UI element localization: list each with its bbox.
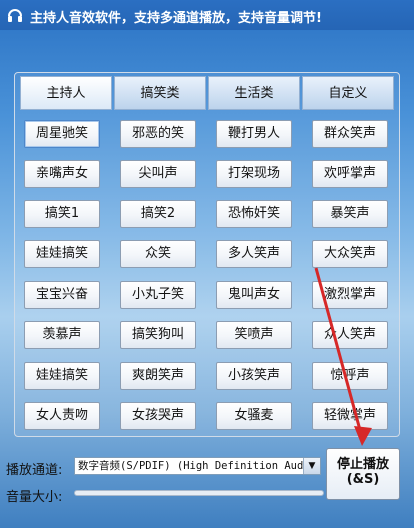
window-title: 主持人音效软件，支持多通道播放，支持音量调节! [30,11,322,26]
sound-button[interactable]: 众笑 [120,240,196,268]
sound-button[interactable]: 鬼叫声女 [216,281,292,309]
tab-2[interactable]: 搞笑类 [114,76,206,110]
sound-button[interactable]: 打架现场 [216,160,292,188]
sound-button[interactable]: 众人笑声 [312,321,388,349]
sound-button[interactable]: 惊呼声 [312,362,388,390]
sound-button[interactable]: 小丸子笑 [120,281,196,309]
tab-3[interactable]: 生活类 [208,76,300,110]
sound-button[interactable]: 大众笑声 [312,240,388,268]
sound-button[interactable]: 恐怖奸笑 [216,200,292,228]
sound-button[interactable]: 邪恶的笑 [120,120,196,148]
channel-select-value: 数字音频(S/PDIF) (High Definition Aud [78,460,304,472]
sound-button[interactable]: 女孩哭声 [120,402,196,430]
sound-button[interactable]: 激烈掌声 [312,281,388,309]
sound-button[interactable]: 鞭打男人 [216,120,292,148]
title-bar: 主持人音效软件，支持多通道播放，支持音量调节! [0,0,414,30]
sound-button[interactable]: 羡慕声 [24,321,100,349]
sound-button[interactable]: 娃娃搞笑 [24,240,100,268]
sound-button[interactable]: 周星驰笑 [24,120,100,148]
stop-button-shortcut: (&S) [346,472,380,487]
sound-button[interactable]: 宝宝兴奋 [24,281,100,309]
sound-button[interactable]: 小孩笑声 [216,362,292,390]
chevron-down-icon[interactable]: ▼ [303,458,320,474]
sound-button[interactable]: 搞笑1 [24,200,100,228]
sound-button[interactable]: 欢呼掌声 [312,160,388,188]
sound-button[interactable]: 群众笑声 [312,120,388,148]
sound-button[interactable]: 女骚麦 [216,402,292,430]
sound-button[interactable]: 搞笑狗叫 [120,321,196,349]
channel-label: 播放通道: [6,463,63,478]
sound-button[interactable]: 多人笑声 [216,240,292,268]
stop-button-label: 停止播放 [336,457,389,472]
sound-button[interactable]: 娃娃搞笑 [24,362,100,390]
volume-label: 音量大小: [6,490,63,505]
tab-1[interactable]: 主持人 [20,76,112,110]
channel-select[interactable]: 数字音频(S/PDIF) (High Definition Aud ▼ [74,457,321,475]
sound-button[interactable]: 亲嘴声女 [24,160,100,188]
headphones-icon [8,9,22,22]
sound-button[interactable]: 尖叫声 [120,160,196,188]
stop-playback-button[interactable]: 停止播放 (&S) [326,448,400,500]
sound-button[interactable]: 笑喷声 [216,321,292,349]
sound-button[interactable]: 轻微掌声 [312,402,388,430]
volume-slider[interactable] [74,490,324,496]
sound-button[interactable]: 暴笑声 [312,200,388,228]
sound-button[interactable]: 爽朗笑声 [120,362,196,390]
sound-button[interactable]: 搞笑2 [120,200,196,228]
sound-button[interactable]: 女人责吻 [24,402,100,430]
tab-4[interactable]: 自定义 [302,76,394,110]
